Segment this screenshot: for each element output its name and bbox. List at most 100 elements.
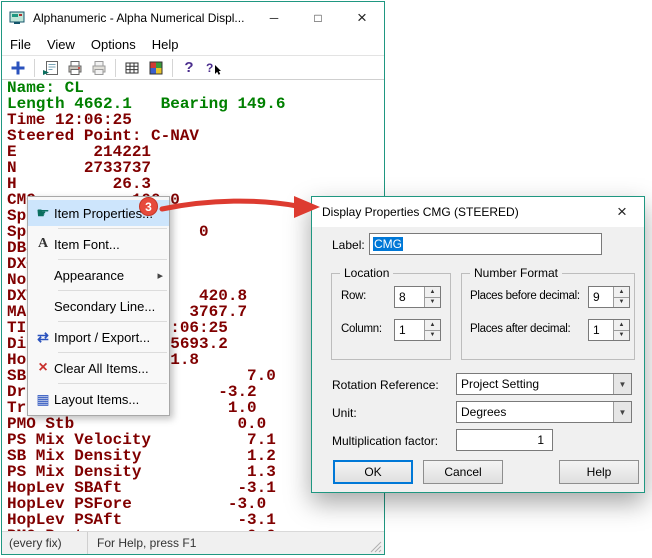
main-titlebar: Alphanumeric - Alpha Numerical Displ... … — [2, 2, 384, 33]
context-menu-item-label: Import / Export... — [54, 330, 150, 345]
display-line: Time 12:06:25 — [7, 112, 384, 128]
context-help-icon[interactable]: ? — [201, 57, 225, 79]
menu-separator — [58, 259, 167, 260]
minimize-button[interactable]: ─ — [252, 2, 296, 33]
spin-down-icon[interactable]: ▼ — [614, 298, 629, 308]
status-pane-mode: (every fix) — [2, 532, 88, 554]
import-export-icon: ⇄ — [32, 329, 54, 346]
label-caption: Label: — [332, 238, 365, 252]
column-value: 1 — [395, 320, 424, 340]
row-label: Row: — [341, 290, 366, 302]
context-menu-item-label: Item Font... — [54, 237, 120, 252]
unit-label: Unit: — [332, 406, 357, 420]
display-line: Length 4662.1 Bearing 149.6 — [7, 96, 384, 112]
toolbar-separator — [34, 59, 35, 77]
context-menu-item-label: Clear All Items... — [54, 361, 149, 376]
annotation-badge: 3 — [139, 197, 158, 216]
context-menu-item-label: Secondary Line... — [54, 299, 155, 314]
print-preview-icon[interactable] — [87, 57, 111, 79]
spin-down-icon[interactable]: ▼ — [425, 331, 440, 341]
context-menu-item-layout-items[interactable]: ▦Layout Items... — [28, 386, 169, 412]
context-menu-item-clear-all-items[interactable]: ×Clear All Items... — [28, 355, 169, 381]
context-menu: ☛Item Properties...AItem Font...Appearan… — [27, 196, 170, 416]
places-before-spinner[interactable]: 9 ▲ ▼ — [588, 286, 630, 308]
column-spinner[interactable]: 1 ▲ ▼ — [394, 319, 441, 341]
rotation-reference-select[interactable]: Project Setting ▼ — [456, 373, 632, 395]
multiplication-factor-value: 1 — [537, 433, 544, 447]
help-icon[interactable]: ? — [177, 57, 201, 79]
add-icon[interactable] — [6, 57, 30, 79]
rotation-reference-label: Rotation Reference: — [332, 378, 439, 392]
clear-all-icon: × — [32, 359, 54, 377]
chevron-down-icon[interactable]: ▼ — [613, 402, 631, 422]
menu-separator — [58, 290, 167, 291]
menubar-item-file[interactable]: File — [2, 33, 39, 55]
layout-items-icon: ▦ — [32, 391, 54, 408]
context-menu-item-label: Layout Items... — [54, 392, 139, 407]
multiplication-factor-input[interactable]: 1 — [456, 429, 553, 451]
resize-grip[interactable] — [368, 539, 383, 554]
status-bar: (every fix) For Help, press F1 — [2, 531, 384, 554]
display-line: Steered Point: C-NAV — [7, 128, 384, 144]
print-icon[interactable] — [63, 57, 87, 79]
status-pane-help: For Help, press F1 — [88, 536, 368, 550]
grid-icon[interactable] — [120, 57, 144, 79]
spin-up-icon[interactable]: ▲ — [425, 287, 440, 298]
item-properties-icon: ☛ — [32, 204, 54, 222]
menu-separator — [58, 383, 167, 384]
toolbar-separator — [115, 59, 116, 77]
spin-down-icon[interactable]: ▼ — [425, 298, 440, 308]
menu-bar: FileViewOptionsHelp — [2, 33, 384, 55]
maximize-button[interactable]: □ — [296, 2, 340, 33]
display-line: E 214221 — [7, 144, 384, 160]
location-group-title: Location — [340, 266, 393, 280]
dialog-close-button[interactable]: × — [600, 197, 644, 227]
column-label: Column: — [341, 323, 382, 335]
cancel-button[interactable]: Cancel — [423, 460, 503, 484]
display-line: HopLev PSAft -3.1 — [7, 512, 384, 528]
ok-button[interactable]: OK — [333, 460, 413, 484]
rotation-reference-value: Project Setting — [457, 377, 613, 391]
spin-up-icon[interactable]: ▲ — [614, 320, 629, 331]
item-properties-icon[interactable] — [39, 57, 63, 79]
colors-icon[interactable] — [144, 57, 168, 79]
number-format-group: Number Format Places before decimal: 9 ▲… — [461, 273, 635, 360]
menubar-item-view[interactable]: View — [39, 33, 83, 55]
close-button[interactable]: × — [340, 2, 384, 33]
display-line: Name: CL — [7, 80, 384, 96]
unit-select[interactable]: Degrees ▼ — [456, 401, 632, 423]
context-menu-item-secondary-line[interactable]: Secondary Line... — [28, 293, 169, 319]
spin-up-icon[interactable]: ▲ — [425, 320, 440, 331]
submenu-arrow-icon: ▸ — [157, 269, 163, 282]
places-after-spinner[interactable]: 1 ▲ ▼ — [588, 319, 630, 341]
context-menu-item-item-font[interactable]: AItem Font... — [28, 231, 169, 257]
multiplication-factor-label: Multiplication factor: — [332, 434, 438, 448]
app-icon — [9, 10, 27, 26]
help-button[interactable]: Help — [559, 460, 639, 484]
spin-up-icon[interactable]: ▲ — [614, 287, 629, 298]
properties-dialog: Display Properties CMG (STEERED) × Label… — [311, 196, 645, 493]
context-menu-item-import-export[interactable]: ⇄Import / Export... — [28, 324, 169, 350]
number-format-group-title: Number Format — [470, 266, 562, 280]
menubar-item-help[interactable]: Help — [144, 33, 187, 55]
label-input[interactable]: CMG — [369, 233, 602, 255]
display-line: N 2733737 — [7, 160, 384, 176]
spinner-buttons: ▲ ▼ — [424, 320, 440, 340]
row-spinner[interactable]: 8 ▲ ▼ — [394, 286, 441, 308]
display-line: HopLev PSFore -3.0 — [7, 496, 384, 512]
context-menu-item-label: Appearance — [54, 268, 124, 283]
context-menu-item-appearance[interactable]: Appearance ▸ — [28, 262, 169, 288]
label-value-selected: CMG — [373, 237, 403, 251]
chevron-down-icon[interactable]: ▼ — [613, 374, 631, 394]
annotation-arrow — [150, 190, 325, 226]
spin-down-icon[interactable]: ▼ — [614, 331, 629, 341]
dialog-title: Display Properties CMG (STEERED) — [322, 205, 519, 219]
places-before-value: 9 — [589, 287, 613, 307]
dialog-titlebar: Display Properties CMG (STEERED) × — [312, 197, 644, 227]
dialog-body: Label: CMG Location Row: 8 ▲ ▼ Column: 1… — [312, 227, 644, 492]
row-value: 8 — [395, 287, 424, 307]
menu-separator — [58, 228, 167, 229]
spinner-buttons: ▲ ▼ — [613, 287, 629, 307]
menubar-item-options[interactable]: Options — [83, 33, 144, 55]
menu-separator — [58, 321, 167, 322]
